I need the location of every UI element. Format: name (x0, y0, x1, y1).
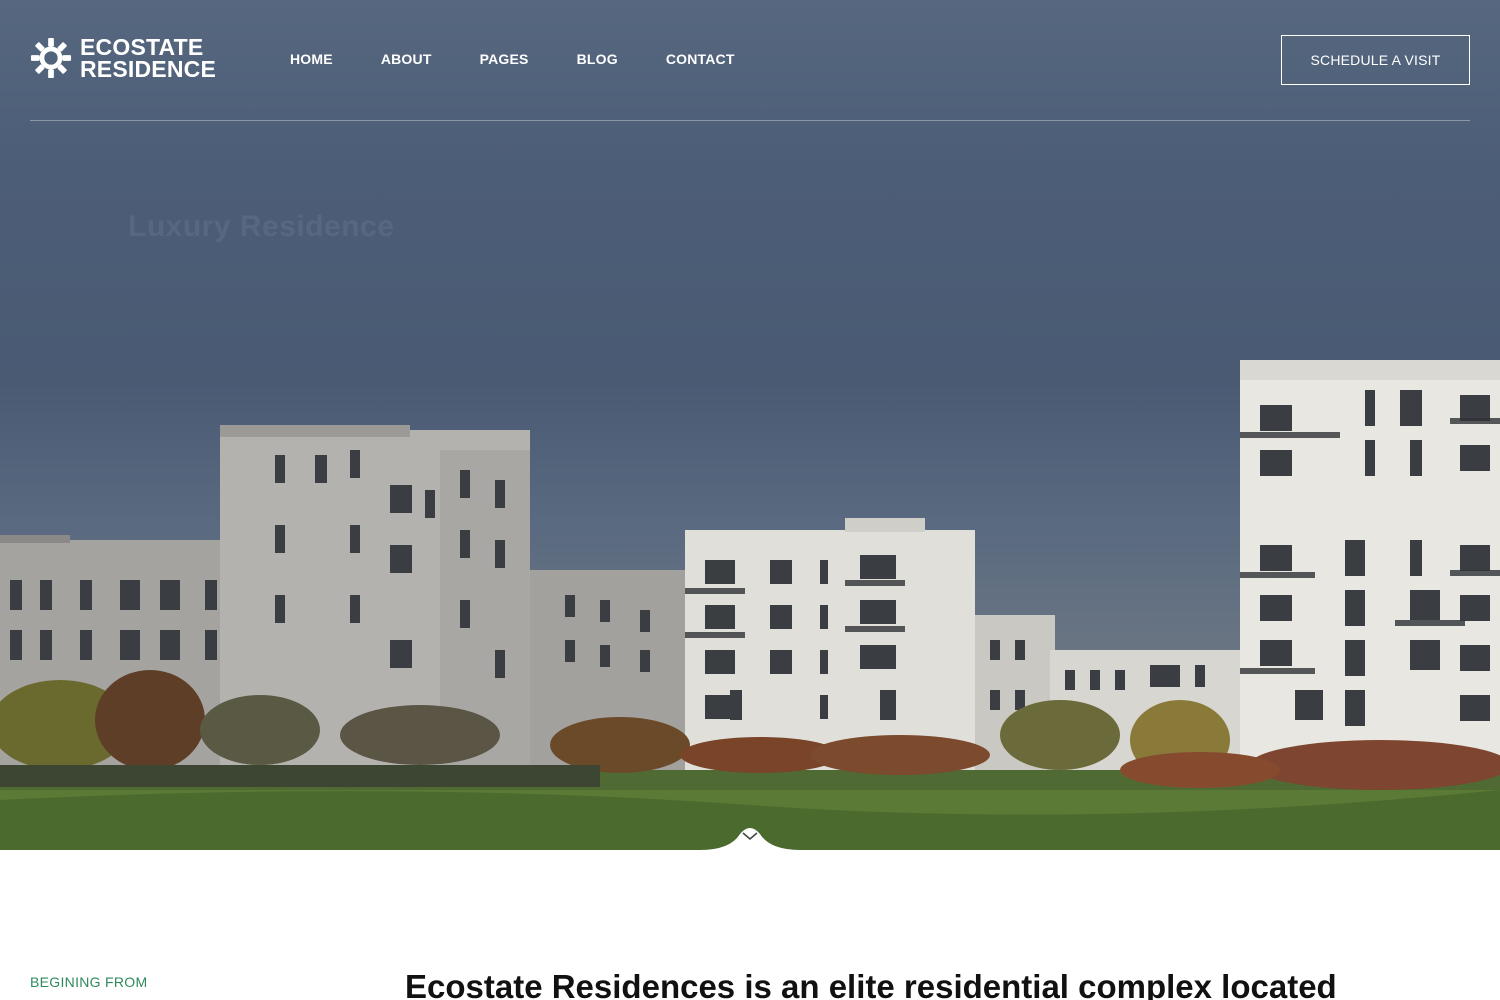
brand-line-1: ECOSTATE (80, 34, 204, 60)
nav-home[interactable]: HOME (290, 51, 333, 67)
hero-background-image (0, 360, 1500, 850)
sunburst-gear-icon (30, 37, 72, 79)
nav-pages[interactable]: PAGES (480, 51, 529, 67)
hero-section: ECOSTATE RESIDENCE HOME ABOUT PAGES BLOG… (0, 0, 1500, 850)
schedule-visit-button[interactable]: SCHEDULE A VISIT (1281, 35, 1470, 85)
intro-heading: Ecostate Residences is an elite resident… (405, 968, 1337, 1000)
brand-name: ECOSTATE RESIDENCE (80, 34, 216, 82)
brand-line-2: RESIDENCE (80, 56, 216, 82)
hero-faded-title: Luxury Residence (128, 210, 395, 243)
section-eyebrow: BEGINING FROM (30, 974, 148, 990)
nav-about[interactable]: ABOUT (381, 51, 432, 67)
nav-contact[interactable]: CONTACT (666, 51, 735, 67)
brand-logo[interactable]: ECOSTATE RESIDENCE (30, 34, 216, 82)
scroll-down-button[interactable] (700, 822, 800, 850)
header-divider (30, 120, 1470, 121)
main-nav: HOME ABOUT PAGES BLOG CONTACT (290, 51, 735, 67)
nav-blog[interactable]: BLOG (577, 51, 618, 67)
